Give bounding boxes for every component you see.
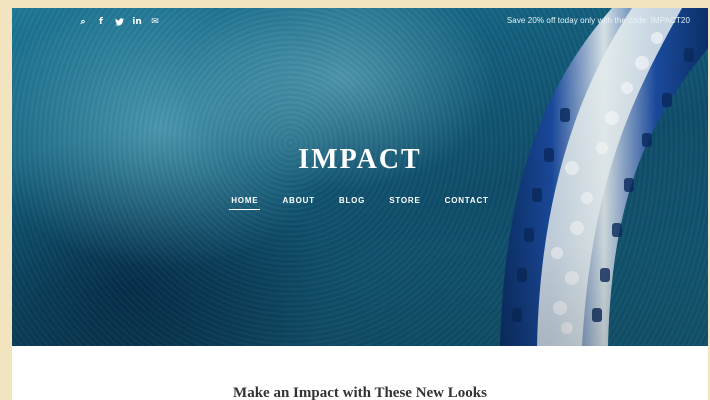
nav-item-store[interactable]: STORE: [389, 196, 420, 210]
social-links: ⌕ f in ✉: [74, 15, 164, 29]
twitter-icon[interactable]: [110, 15, 128, 29]
section-heading: Make an Impact with These New Looks: [233, 385, 487, 400]
main-navigation: HOME ABOUT BLOG STORE CONTACT: [12, 196, 708, 210]
site-title[interactable]: IMPACT: [12, 144, 708, 176]
nav-item-blog[interactable]: BLOG: [339, 196, 365, 210]
top-bar: ⌕ f in ✉ Save 20% off today only with th…: [12, 8, 708, 36]
facebook-icon[interactable]: f: [92, 15, 110, 29]
linkedin-icon[interactable]: in: [128, 15, 146, 29]
hero-shade: [12, 8, 708, 346]
search-icon[interactable]: ⌕: [74, 15, 92, 29]
email-icon[interactable]: ✉: [146, 15, 164, 29]
promo-banner-text: Save 20% off today only with the code: I…: [506, 16, 690, 25]
page-frame: ⌕ f in ✉ Save 20% off today only with th…: [12, 8, 708, 400]
nav-item-contact[interactable]: CONTACT: [445, 196, 489, 210]
nav-item-about[interactable]: ABOUT: [282, 196, 314, 210]
nav-item-home[interactable]: HOME: [229, 196, 261, 210]
hero-banner: ⌕ f in ✉ Save 20% off today only with th…: [12, 8, 708, 346]
